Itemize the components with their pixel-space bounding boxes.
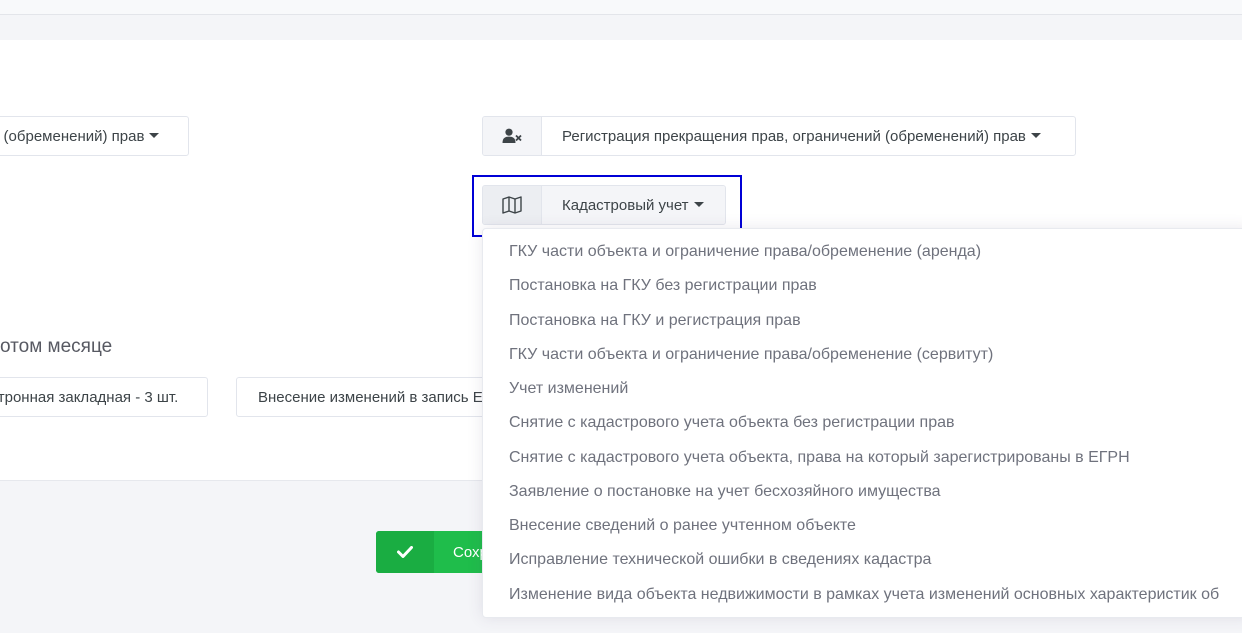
dropdown-item[interactable]: Учет изменений [509, 380, 628, 398]
dropdown-item[interactable]: Постановка на ГКУ без регистрации прав [509, 277, 817, 295]
dropdown-item[interactable]: Исправление технической ошибки в сведени… [509, 551, 931, 569]
dropdown-item[interactable]: Постановка на ГКУ и регистрация прав [509, 312, 801, 330]
check-icon [376, 531, 434, 573]
caret-down-icon [149, 132, 160, 138]
user-times-icon [483, 117, 542, 155]
dropdown-item[interactable]: Снятие с кадастрового учета объекта без … [509, 414, 955, 432]
termination-registration-button[interactable]: Регистрация прекращения прав, ограничени… [482, 116, 1076, 156]
dropdown-item[interactable]: Внесение сведений о ранее учтенном объек… [509, 517, 856, 535]
dropdown-item[interactable]: Заявление о постановке на учет бесхозяйн… [509, 483, 941, 501]
registration-dropdown-button[interactable]: й (обременений) прав [0, 116, 189, 156]
registration-dropdown-label: й (обременений) прав [0, 127, 145, 145]
chip-electronic-mortgage[interactable]: ктронная закладная - 3 шт. [0, 377, 208, 417]
dropdown-item[interactable]: Изменение вида объекта недвижимости в ра… [509, 586, 1219, 604]
dropdown-item[interactable]: ГКУ части объекта и ограничение права/об… [509, 243, 981, 261]
chip-record-changes-label: Внесение изменений в запись Е [258, 388, 483, 406]
save-button[interactable]: Сохр [376, 531, 496, 573]
section-title: отом месяце [0, 336, 113, 357]
caret-down-icon [1030, 132, 1041, 138]
top-bar [0, 0, 1242, 15]
cadastral-dropdown-menu: ГКУ части объекта и ограничение права/об… [482, 228, 1242, 618]
dropdown-item[interactable]: Снятие с кадастрового учета объекта, пра… [509, 449, 1130, 467]
dropdown-item[interactable]: ГКУ части объекта и ограничение права/об… [509, 346, 993, 364]
chip-electronic-mortgage-label: ктронная закладная - 3 шт. [0, 388, 179, 406]
chip-record-changes[interactable]: Внесение изменений в запись Е [236, 377, 496, 417]
termination-registration-label: Регистрация прекращения прав, ограничени… [562, 127, 1026, 145]
